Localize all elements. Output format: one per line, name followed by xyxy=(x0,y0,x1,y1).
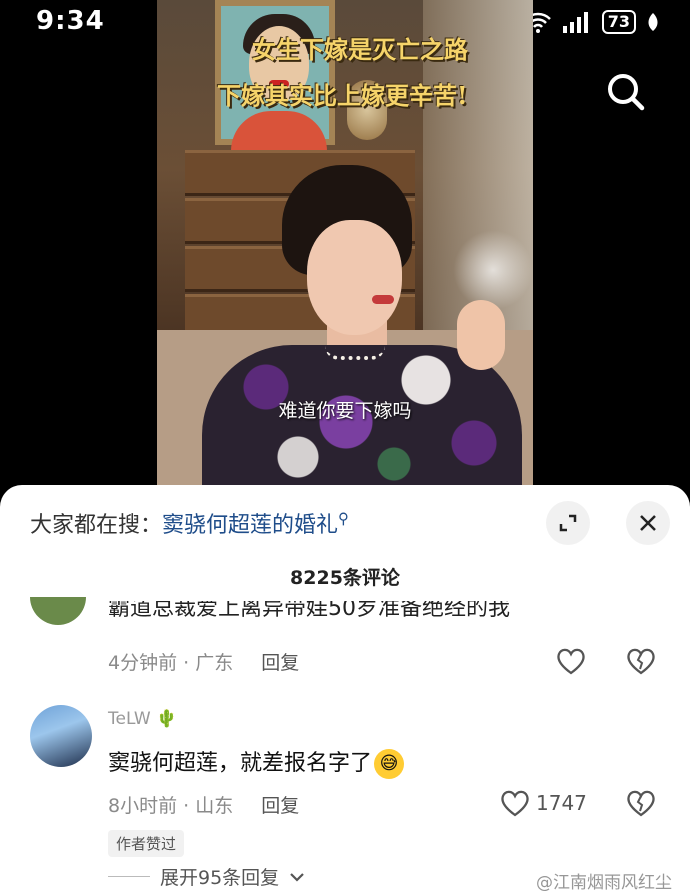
close-button[interactable] xyxy=(626,501,670,545)
grinning-sweat-emoji: 😅 xyxy=(374,749,405,779)
comment-time: 4分钟前 xyxy=(108,652,178,674)
close-icon xyxy=(640,515,656,531)
expand-icon xyxy=(559,514,577,532)
divider xyxy=(108,876,150,877)
broken-heart-icon xyxy=(627,648,655,675)
video-title-line2: 下嫁其实比上嫁更辛苦! xyxy=(217,81,468,110)
comment-time: 8小时前 xyxy=(108,795,178,817)
reply-button[interactable]: 回复 xyxy=(261,795,299,817)
comment-text: 窦骁何超莲，就差报名字了 😅 xyxy=(108,745,405,779)
pearl-necklace xyxy=(325,346,385,360)
expand-replies-button[interactable]: 展开95条回复 xyxy=(108,863,305,890)
search-small-icon: ⚲ xyxy=(338,509,350,528)
trending-query[interactable]: 窦骁何超莲的婚礼 xyxy=(162,513,338,538)
expand-replies-label: 展开95条回复 xyxy=(160,867,280,889)
chevron-down-icon xyxy=(290,872,304,882)
expand-button[interactable] xyxy=(546,501,590,545)
comment-text: 霸道总裁爱上离异带娃50岁准备绝经的我 xyxy=(108,601,510,621)
avatar[interactable] xyxy=(30,597,86,625)
heart-icon xyxy=(501,790,529,817)
comment-location: 山东 xyxy=(195,795,234,817)
like-count: 1747 xyxy=(536,791,587,815)
video-player[interactable]: 女生下嫁是灭亡之路 下嫁其实比上嫁更辛苦! 难道你要下嫁吗 xyxy=(157,0,533,485)
battery-indicator: 73 xyxy=(601,10,636,34)
comment-location: 广东 xyxy=(195,652,234,674)
video-subtitle: 难道你要下嫁吗 xyxy=(278,400,412,422)
broken-heart-icon xyxy=(627,790,655,817)
signal-icon xyxy=(562,12,588,33)
like-button[interactable] xyxy=(556,647,586,675)
avatar[interactable] xyxy=(30,705,92,767)
comments-sheet: 大家都在搜：窦骁何超莲的婚礼⚲ 8225条评论 霸道总裁爱上离异带娃50岁准备绝… xyxy=(0,485,690,894)
comment-meta: 8小时前 · 山东 回复 xyxy=(108,795,300,817)
cactus-icon: 🌵 xyxy=(156,709,178,729)
comment-count: 8225条评论 xyxy=(290,567,400,589)
dislike-button[interactable] xyxy=(626,647,656,675)
dislike-button[interactable] xyxy=(626,789,656,817)
leaf-icon xyxy=(648,13,658,31)
video-title-line1: 女生下嫁是灭亡之路 xyxy=(252,35,468,64)
comment-meta: 4分钟前 · 广东 回复 xyxy=(108,652,300,674)
wall-poster xyxy=(215,0,335,151)
author-liked-badge: 作者赞过 xyxy=(108,830,185,857)
username[interactable]: TeLW 🌵 xyxy=(108,709,177,729)
trending-search[interactable]: 大家都在搜：窦骁何超莲的婚礼⚲ xyxy=(30,507,349,539)
trending-label: 大家都在搜： xyxy=(30,513,163,538)
like-button[interactable]: 1747 xyxy=(500,789,587,817)
heart-icon xyxy=(557,648,585,675)
search-icon xyxy=(608,74,645,111)
reply-button[interactable]: 回复 xyxy=(261,652,299,674)
status-time: 9:34 xyxy=(36,6,105,36)
watermark: @江南烟雨风红尘 xyxy=(536,873,672,893)
search-button[interactable] xyxy=(598,64,654,120)
